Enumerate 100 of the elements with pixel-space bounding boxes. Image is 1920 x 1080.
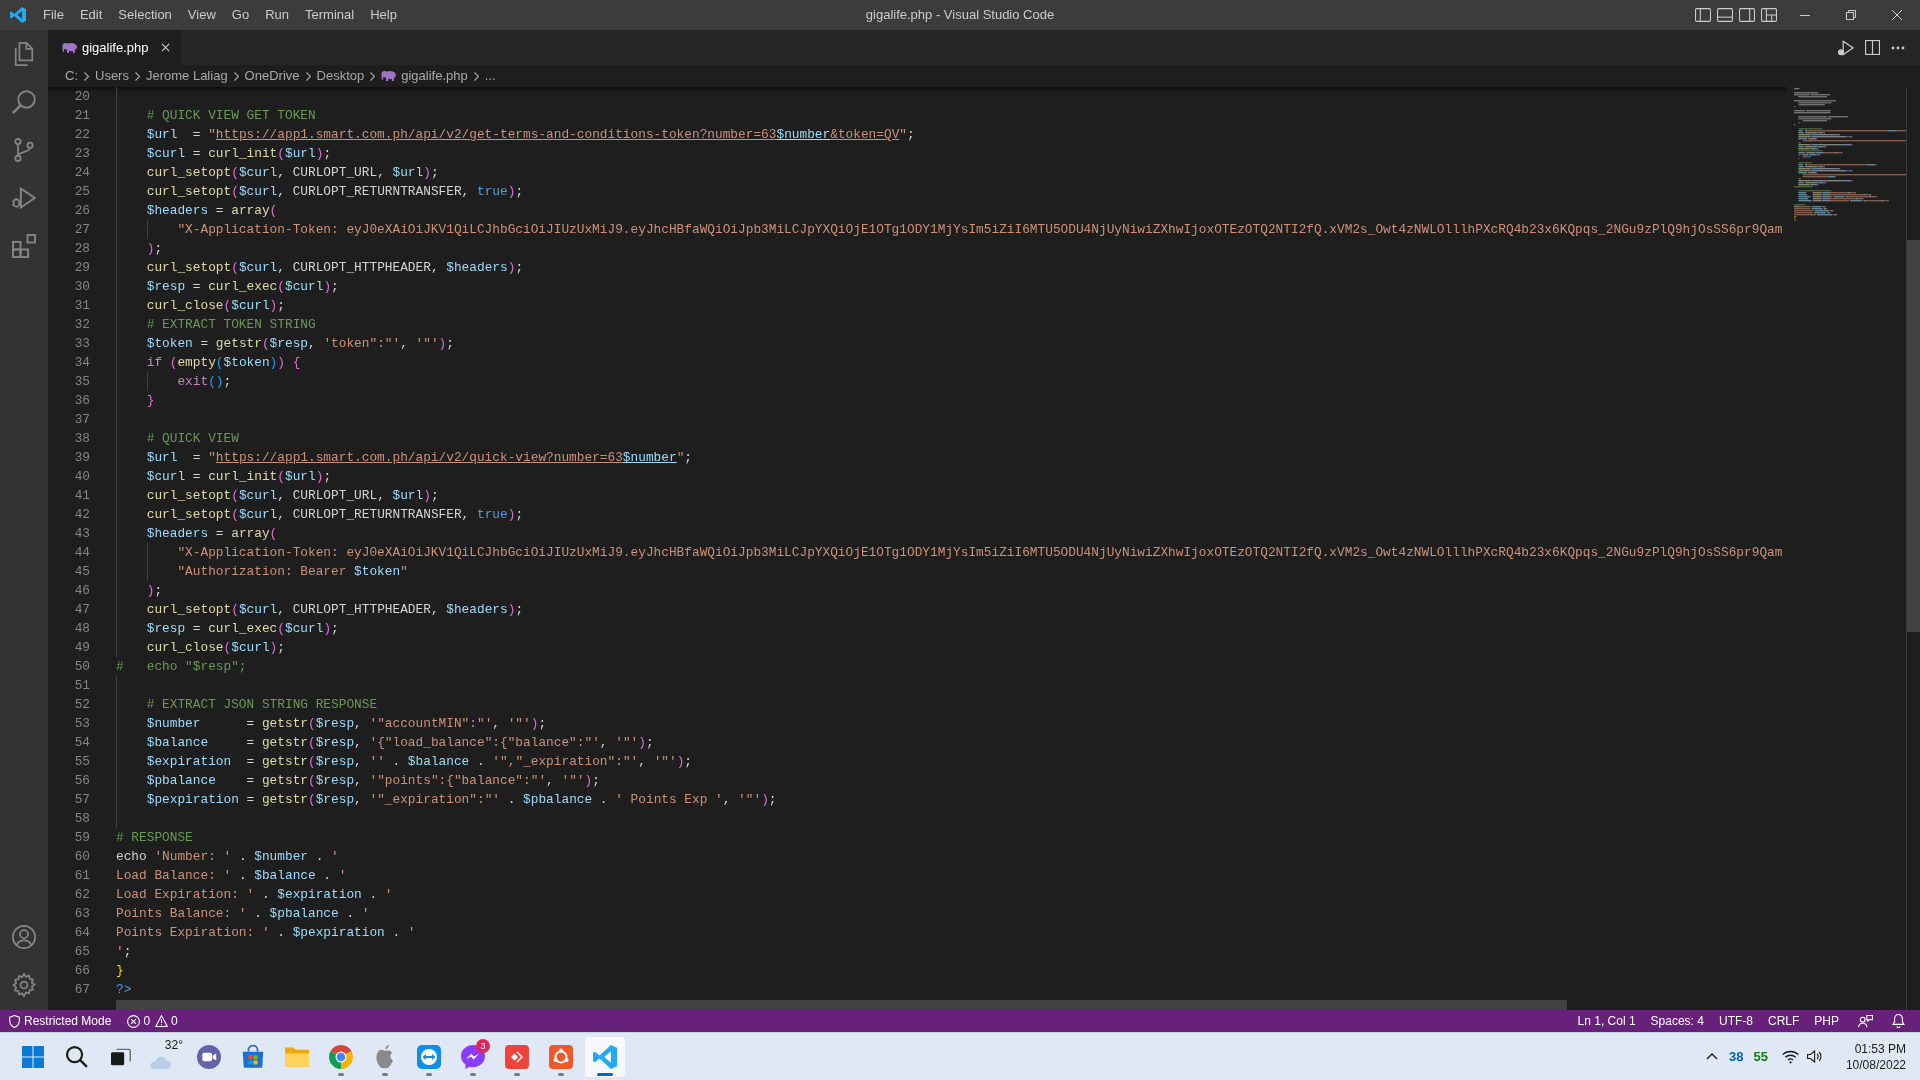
line-number: 60	[74, 848, 90, 866]
menu-item[interactable]: Edit	[79, 7, 103, 23]
code-line: Points Balance: ' . $pbalance . '	[116, 905, 370, 923]
panel-layout-icon[interactable]	[1717, 8, 1733, 22]
diamond-tile-icon[interactable]	[505, 1044, 529, 1069]
code-line: # RESPONSE	[116, 829, 193, 847]
status-item[interactable]: Restricted Mode	[9, 1013, 112, 1029]
account-icon[interactable]	[12, 925, 36, 949]
play-bug-icon[interactable]	[12, 186, 36, 210]
shopping-bag-icon[interactable]	[241, 1044, 265, 1069]
line-number: 55	[74, 753, 90, 771]
stacked-squares-icon[interactable]	[111, 1046, 131, 1067]
chevron-up-icon[interactable]	[1706, 1053, 1718, 1060]
more-icon[interactable]	[1891, 45, 1905, 50]
clock-date[interactable]: 10/08/2022	[1845, 1056, 1906, 1073]
four-squares-icon[interactable]	[22, 1045, 44, 1068]
menu-item[interactable]: Run	[265, 7, 289, 23]
line-number: 65	[74, 943, 90, 961]
wifi-icon[interactable]	[1781, 1049, 1799, 1064]
sidebar-layout-icon[interactable]	[1695, 8, 1711, 22]
line-number: 64	[74, 924, 90, 942]
code-line: $pexpiration = getstr($resp, '"_expiration":"' . $pbalance . ' Points Exp ', '"');	[146, 791, 777, 809]
menu-item[interactable]: Go	[231, 7, 250, 23]
scrollbar-thumb[interactable]	[116, 999, 1567, 1010]
code-link[interactable]: https://app1.smart.com.ph/api/v2/quick-view?number=63$number	[215, 450, 677, 465]
line-number: 48	[74, 620, 90, 638]
breadcrumb-item[interactable]: Jerome Laliag	[145, 68, 228, 84]
sidebar-right-layout-icon[interactable]	[1739, 8, 1755, 22]
files-icon[interactable]	[12, 42, 36, 66]
line-number: 66	[74, 962, 90, 980]
search-icon[interactable]	[66, 1045, 88, 1068]
breadcrumb-item[interactable]: ...	[484, 68, 496, 84]
menu-item[interactable]: Terminal	[305, 7, 355, 23]
code-line: $curl = curl_init($url);	[146, 145, 332, 163]
branch-icon[interactable]	[12, 138, 36, 162]
close-icon[interactable]	[1892, 10, 1902, 20]
editor-tab[interactable]: gigalife.php	[48, 30, 181, 65]
code-link[interactable]: https://app1.smart.com.ph/api/v2/get-terms-and-conditions-token?number=63$number&token=QV	[215, 127, 900, 142]
minimize-icon[interactable]	[1800, 14, 1810, 16]
line-number: 61	[74, 867, 90, 885]
ring-tile-icon[interactable]	[549, 1044, 573, 1069]
shield-icon	[9, 1014, 20, 1028]
breadcrumb-item[interactable]: Users	[95, 68, 129, 84]
problems-status[interactable]: 0 0	[127, 1013, 178, 1029]
layout-grid-icon[interactable]	[1761, 8, 1777, 22]
status-item[interactable]: PHP	[1814, 1013, 1839, 1029]
weather-temperature: 32°	[164, 1038, 183, 1052]
breadcrumb-item[interactable]: gigalife.php	[401, 68, 468, 84]
status-item[interactable]: Ln 1, Col 1	[1577, 1013, 1636, 1029]
split-editor-icon[interactable]	[1865, 40, 1880, 55]
video-chat-icon[interactable]	[197, 1044, 221, 1069]
chat-bubble-icon[interactable]	[461, 1044, 485, 1069]
code-line: "X-Application-Token: eyJ0eXAiOiJKV1QiLCJhbGciOiJIUzUxMiJ9.eyJhcHBfaWQiOiJpb3MiLCJpYXQiOjE1OTg1ODY1MjYsIm5iZiI6MTU5ODU4NjUyNiwiZXhwIjoxOTEzOTQ2NTI2fQ.xVM2s_Owt4zNWLOlllhPXcRQ4b23x6KQpqs_2NGu9zPlQ9hjOsSS6pr9Qam	[177, 544, 1783, 562]
line-number: 31	[74, 297, 90, 315]
feedback-icon[interactable]	[1858, 1014, 1873, 1028]
tray-reading[interactable]: 55	[1753, 1048, 1768, 1065]
blocks-icon[interactable]	[12, 234, 36, 258]
chevron-right-icon	[134, 71, 140, 81]
line-number: 67	[74, 981, 90, 999]
app-logo-icon	[9, 7, 26, 23]
code-line: $resp = curl_exec($curl);	[146, 620, 339, 638]
status-item[interactable]: CRLF	[1767, 1013, 1800, 1029]
tray-reading[interactable]: 38	[1729, 1048, 1744, 1065]
clock-time[interactable]: 01:53 PM	[1854, 1040, 1906, 1057]
menu-item[interactable]: Selection	[118, 7, 172, 23]
chevron-right-icon	[305, 71, 311, 81]
line-number: 25	[74, 183, 90, 201]
status-item[interactable]: Spaces: 4	[1650, 1013, 1704, 1029]
line-number: 57	[74, 791, 90, 809]
menu-item[interactable]: View	[187, 7, 216, 23]
line-number: 35	[74, 373, 90, 391]
code-line: "X-Application-Token: eyJ0eXAiOiJKV1QiLCJhbGciOiJIUzUxMiJ9.eyJhcHBfaWQiOiJpb3MiLCJpYXQiOjE1OTg1ODY1MjYsIm5iZiI6MTU5ODU4NjUyNiwiZXhwIjoxOTEzOTQ2NTI2fQ.xVM2s_Owt4zNWLOlllhPXcRQ4b23x6KQpqs_2NGu9zPlQ9hjOsSS6pr9Qam	[177, 221, 1783, 239]
minimap[interactable]	[1794, 88, 1906, 222]
close-icon[interactable]	[160, 43, 170, 52]
line-number: 39	[74, 449, 90, 467]
code-line: Load Balance: ' . $balance . '	[116, 867, 347, 885]
line-number: 24	[74, 164, 90, 182]
status-item[interactable]: UTF-8	[1718, 1013, 1753, 1029]
bell-icon[interactable]	[1892, 1014, 1905, 1028]
breadcrumb-item[interactable]: Desktop	[316, 68, 365, 84]
restore-icon[interactable]	[1846, 10, 1856, 20]
line-number: 36	[74, 392, 90, 410]
apple-icon[interactable]	[375, 1044, 395, 1069]
code-line: curl_setopt($curl, CURLOPT_HTTPHEADER, $headers);	[146, 601, 524, 619]
settings-icon[interactable]	[12, 973, 36, 997]
code-line: # EXTRACT JSON STRING RESPONSE	[146, 696, 378, 714]
run-icon[interactable]	[1838, 39, 1854, 56]
scrollbar-thumb[interactable]	[1907, 240, 1920, 632]
taskbar-button[interactable]	[585, 1036, 625, 1077]
menu-item[interactable]: File	[43, 7, 64, 23]
line-number: 27	[74, 221, 90, 239]
speaker-icon[interactable]	[1806, 1050, 1822, 1063]
breadcrumb-item[interactable]: OneDrive	[244, 68, 300, 84]
code-line: Load Expiration: ' . $expiration . '	[116, 886, 393, 904]
colored-ring-icon[interactable]	[329, 1044, 353, 1069]
menu-item[interactable]: Help	[370, 7, 397, 23]
window-title: gigalife.php - Visual Studio Code	[865, 7, 1055, 23]
breadcrumb-item[interactable]: C:	[65, 68, 78, 84]
line-number: 49	[74, 639, 90, 657]
code-line: $token = getstr($resp, 'token":"', '"');	[146, 335, 454, 353]
